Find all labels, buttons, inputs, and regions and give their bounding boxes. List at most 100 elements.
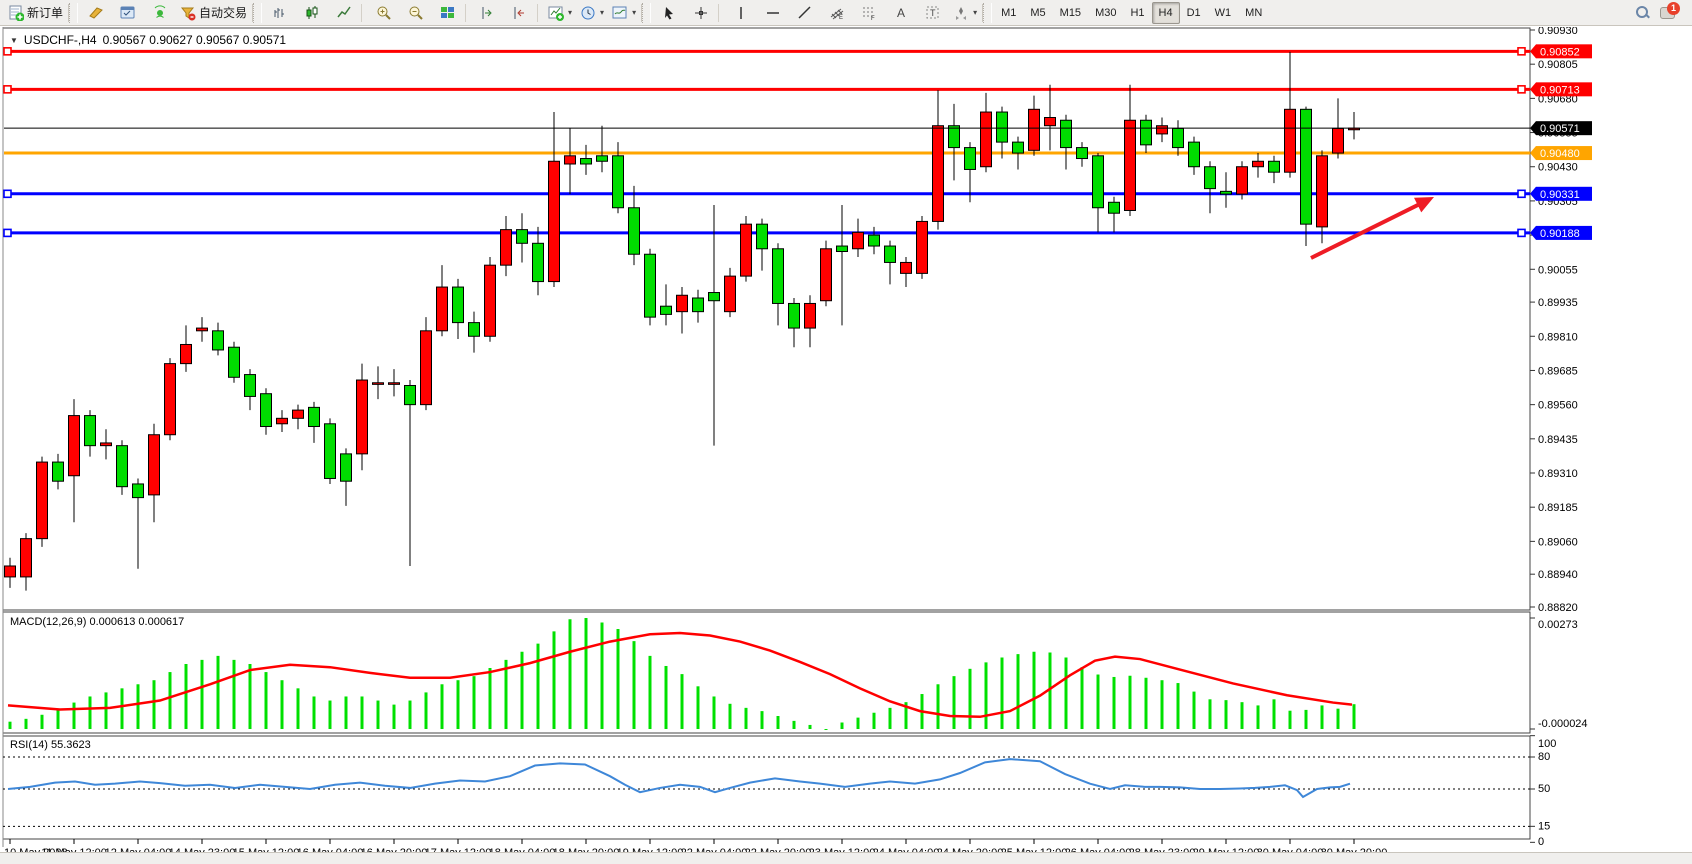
price-axis[interactable]: 0.909300.908050.906800.905550.904300.903…	[1530, 27, 1578, 614]
metaeditor-button[interactable]	[112, 1, 144, 25]
svg-text:0.90055: 0.90055	[1538, 264, 1578, 276]
crosshair-button[interactable]	[685, 1, 717, 25]
time-axis[interactable]: 10 May 202311 May 12:0012 May 04:0014 Ma…	[4, 839, 1387, 853]
macd-indicator-label: MACD(12,26,9) 0.000613 0.000617	[10, 616, 184, 628]
svg-text:0.90571: 0.90571	[1540, 123, 1580, 135]
autotrading-button[interactable]: 自动交易	[176, 1, 251, 25]
styles-button[interactable]	[80, 1, 112, 25]
text-button[interactable]: A	[885, 1, 917, 25]
line-chart-button[interactable]	[328, 1, 360, 25]
rsi-pane[interactable]: 1008050150	[3, 736, 1556, 848]
svg-text:0: 0	[1538, 836, 1544, 848]
tiles-icon	[440, 5, 456, 21]
macd-pane[interactable]: 0.00273-0.000024	[8, 618, 1588, 730]
price-badges: 0.908520.907130.904800.903310.901880.905…	[1530, 44, 1592, 240]
svg-text:T: T	[930, 8, 936, 18]
search-button[interactable]	[1635, 5, 1650, 20]
bar-chart-button[interactable]	[264, 1, 296, 25]
svg-text:80: 80	[1538, 751, 1550, 763]
macd-min-label: -0.000024	[1538, 718, 1588, 730]
toolbar: 新订单 自动交易 ▾ ▾ ▾ E F A T ▾ M1M5M15M30H1H4D1W1MN 1	[0, 0, 1692, 26]
zoom-out-button[interactable]	[400, 1, 432, 25]
shapes-icon	[953, 5, 969, 21]
toolbar-separator	[537, 4, 543, 22]
horizontal-line-button[interactable]	[757, 1, 789, 25]
zoomout-icon	[408, 5, 424, 21]
dropdown-caret-icon[interactable]: ▾	[568, 8, 572, 17]
cursor-button[interactable]	[653, 1, 685, 25]
symbol-period-label: USDCHF-,H4	[24, 33, 97, 47]
svg-text:0.90331: 0.90331	[1540, 189, 1580, 201]
chart-shift-button[interactable]	[504, 1, 536, 25]
timeframe-d1-button[interactable]: D1	[1180, 2, 1208, 24]
ohlc-values: 0.90567 0.90627 0.90567 0.90571	[103, 33, 287, 47]
zoom-in-button[interactable]	[368, 1, 400, 25]
svg-text:A: A	[897, 6, 905, 20]
fibonacci-button[interactable]: F	[853, 1, 885, 25]
dropdown-caret-icon[interactable]: ▾	[632, 8, 636, 17]
svg-text:50: 50	[1538, 783, 1550, 795]
dropdown-caret-icon[interactable]: ▾	[600, 8, 604, 17]
svg-text:0.89935: 0.89935	[1538, 297, 1578, 309]
toolbar-separator	[69, 3, 78, 23]
toolbar-separator	[642, 3, 651, 23]
trendline-button[interactable]	[789, 1, 821, 25]
trend-arrow-annotation[interactable]	[1311, 197, 1434, 258]
bars-icon	[272, 5, 288, 21]
timeframe-w1-button[interactable]: W1	[1208, 2, 1239, 24]
chart-canvas[interactable]: 0.909300.908050.906800.905550.904300.903…	[0, 27, 1692, 853]
auto-scroll-button[interactable]	[472, 1, 504, 25]
svg-text:0.90805: 0.90805	[1538, 59, 1578, 71]
periods-button[interactable]: ▾	[576, 1, 608, 25]
svg-text:0.90430: 0.90430	[1538, 162, 1578, 174]
timeframe-m1-button[interactable]: M1	[994, 2, 1023, 24]
new-order-button-label: 新订单	[27, 4, 63, 21]
editor-icon	[120, 5, 136, 21]
status-bar	[0, 852, 1692, 864]
chart-window[interactable]: 0.909300.908050.906800.905550.904300.903…	[0, 27, 1692, 853]
search-icon	[1635, 5, 1650, 20]
new-order-button[interactable]: 新订单	[4, 1, 67, 25]
svg-text:0.89685: 0.89685	[1538, 365, 1578, 377]
tile-windows-button[interactable]	[432, 1, 464, 25]
svg-text:0.89435: 0.89435	[1538, 434, 1578, 446]
candlestick-chart-button[interactable]	[296, 1, 328, 25]
cross-icon	[693, 5, 709, 21]
gold-icon	[88, 5, 104, 21]
linechart-icon	[336, 5, 352, 21]
vline-icon	[733, 5, 749, 21]
toolbar-separator	[361, 4, 367, 22]
equidistant-channel-button[interactable]: E	[821, 1, 853, 25]
chevron-down-icon[interactable]: ▼	[10, 36, 18, 45]
channel-icon: E	[829, 5, 845, 21]
candles-icon	[304, 5, 320, 21]
timeframe-h1-button[interactable]: H1	[1123, 2, 1151, 24]
shift-icon	[512, 5, 528, 21]
autotrade-icon	[180, 5, 196, 21]
chart-title: ▼ USDCHF-,H4 0.90567 0.90627 0.90567 0.9…	[10, 33, 286, 47]
chat-button[interactable]: 1	[1660, 5, 1678, 21]
dropdown-caret-icon[interactable]: ▾	[973, 8, 977, 17]
candlestick-series[interactable]	[5, 52, 1360, 591]
timeframe-m30-button[interactable]: M30	[1088, 2, 1123, 24]
timeframe-m5-button[interactable]: M5	[1023, 2, 1052, 24]
svg-text:0.90188: 0.90188	[1540, 228, 1580, 240]
text-label-button[interactable]: T	[917, 1, 949, 25]
notification-badge: 1	[1667, 2, 1680, 15]
labelT-icon: T	[925, 5, 941, 21]
svg-text:0.89560: 0.89560	[1538, 400, 1578, 412]
svg-text:E: E	[839, 15, 843, 21]
indicators-button[interactable]: ▾	[544, 1, 576, 25]
signals-button[interactable]	[144, 1, 176, 25]
timeframe-mn-button[interactable]: MN	[1238, 2, 1269, 24]
svg-text:0.88940: 0.88940	[1538, 569, 1578, 581]
toolbar-separator	[983, 3, 992, 23]
timeframe-h4-button[interactable]: H4	[1152, 2, 1180, 24]
templates-button[interactable]: ▾	[608, 1, 640, 25]
vertical-line-button[interactable]	[725, 1, 757, 25]
arrows-button[interactable]: ▾	[949, 1, 981, 25]
fibo-icon: F	[861, 5, 877, 21]
timeframe-m15-button[interactable]: M15	[1053, 2, 1088, 24]
cursor-icon	[661, 5, 677, 21]
zoomin-icon	[376, 5, 392, 21]
